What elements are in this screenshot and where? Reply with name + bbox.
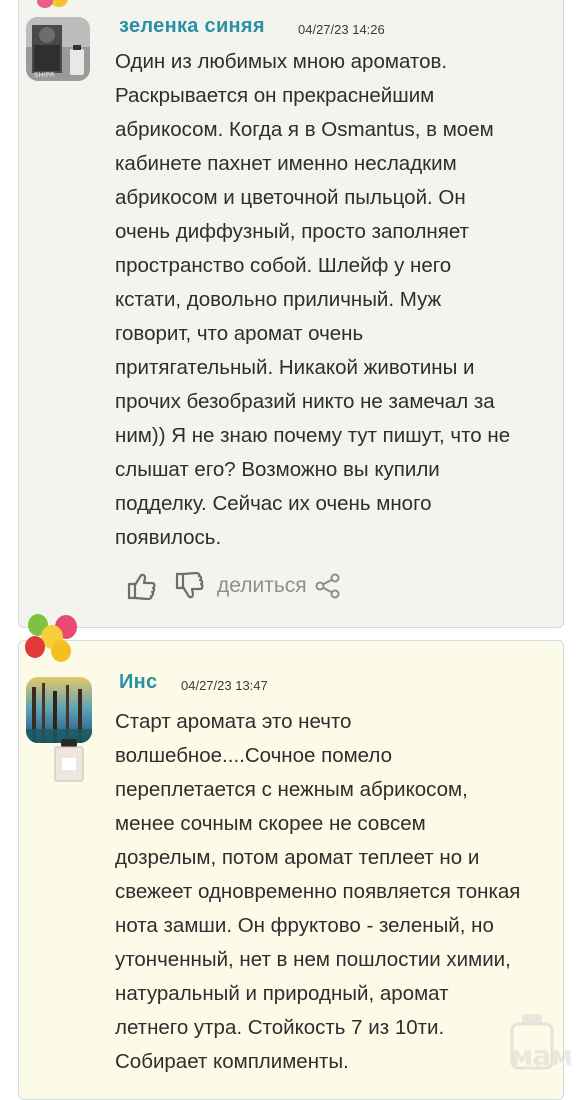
comment-text-line: кстати, довольно приличный. Муж	[115, 288, 442, 311]
comment-text-line: Раскрывается он прекраснейшим	[115, 84, 435, 107]
balloons-decoration	[21, 0, 81, 15]
comment-text-line: говорит, что аромат очень	[115, 322, 364, 345]
comment-text-line: Собирает комплименты.	[115, 1050, 349, 1073]
comment-author[interactable]: зеленка синяя	[119, 15, 265, 38]
share-button[interactable]: делиться	[217, 574, 307, 598]
balloons-decoration	[21, 613, 83, 671]
comment-text-line: летнего утра. Стойкость 7 из 10ти.	[115, 1016, 445, 1039]
comment-text-line: ним)) Я не знаю почему тут пишут, что не	[115, 424, 511, 447]
avatar[interactable]	[26, 677, 92, 743]
comment-text-line: абрикосом. Когда я в Osmantus, в моем	[115, 118, 494, 141]
avatar-caption: SHIPR	[34, 71, 55, 79]
perfume-bottle-image	[49, 737, 89, 783]
comment-date: 04/27/23 14:26	[298, 22, 385, 37]
comment-text-line: Один из любимых мною ароматов.	[115, 50, 448, 73]
comment-text-line: слышат его? Возможно вы купили	[115, 458, 440, 481]
comment-text-line: нота замши. Он фруктово - зеленый, но	[115, 914, 494, 937]
watermark-text: мам	[510, 1039, 573, 1072]
thumbs-down-icon[interactable]	[175, 571, 205, 601]
comment-date: 04/27/23 13:47	[181, 678, 268, 693]
comment-text-line: Старт аромата это нечто	[115, 710, 352, 733]
comment-text-line: кабинете пахнет именно несладким	[115, 152, 457, 175]
comment-text-line: натуральный и природный, аромат	[115, 982, 449, 1005]
comment-text-line: свежеет одновременно появляется тонкая	[115, 880, 521, 903]
watermark: мам	[494, 1010, 574, 1076]
comment-text-line: пространство собой. Шлейф у него	[115, 254, 452, 277]
comment-text-line: прочих безобразий никто не замечал за	[115, 390, 495, 413]
comment-text-line: дозрелым, потом аромат теплеет но и	[115, 846, 480, 869]
comment-text-line: притягательный. Никакой животины и	[115, 356, 475, 379]
comment-card: SHIPR зеленка синяя 04/27/23 14:26 Один …	[18, 0, 564, 628]
share-icon[interactable]	[315, 573, 341, 599]
comment-text-line: волшебное....Сочное помело	[115, 744, 393, 767]
comment-text-line: менее сочным скорее не совсем	[115, 812, 426, 835]
comment-text-line: абрикосом и цветочной пыльцой. Он	[115, 186, 466, 209]
comment-text: Один из любимых мною ароматов. Раскрывает…	[115, 45, 510, 555]
comment-text-line: подделку. Сейчас их очень много	[115, 492, 432, 515]
comment-author[interactable]: Инс	[119, 671, 157, 694]
avatar[interactable]: SHIPR	[26, 17, 90, 81]
comment-text-line: переплетается с нежным абрикосом,	[115, 778, 468, 801]
comment-actions: делиться	[127, 569, 341, 603]
comment-text-line: появилось.	[115, 526, 222, 549]
comment-card: Инс 04/27/23 13:47 Старт аромата это неч…	[18, 614, 564, 1100]
thumbs-up-icon[interactable]	[127, 571, 157, 601]
comment-text-line: утонченный, нет в нем пошлостии химии,	[115, 948, 511, 971]
comment-text: Старт аромата это нечто волшебное....Сочн…	[115, 705, 520, 1079]
comment-text-line: очень диффузный, просто заполняет	[115, 220, 469, 243]
